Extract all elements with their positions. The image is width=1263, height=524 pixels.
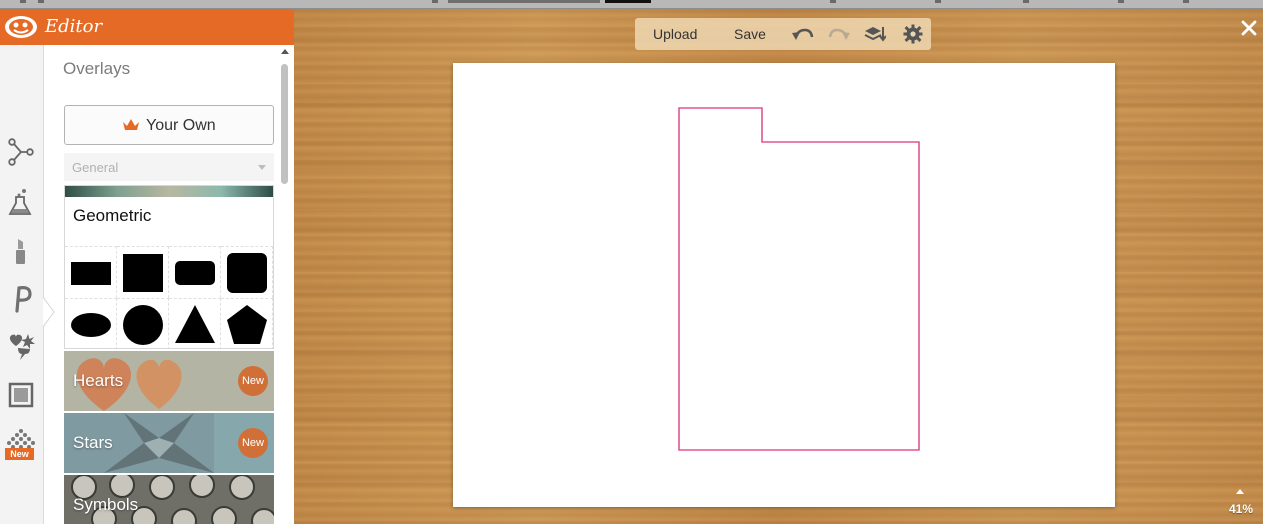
image-canvas[interactable] (453, 63, 1115, 507)
settings-gear-icon[interactable] (902, 24, 924, 44)
your-own-button[interactable]: Your Own (64, 105, 274, 145)
pentagon-icon (227, 305, 267, 344)
app-title: Editor (45, 16, 103, 37)
overlays-panel: Overlays Your Own General Geometric Hear… (55, 45, 277, 524)
scroll-thumb[interactable] (281, 64, 288, 184)
brand-logo-icon (5, 16, 37, 38)
redo-icon[interactable] (828, 24, 850, 44)
chevron-down-icon (258, 165, 266, 170)
geometric-card-header-image (65, 186, 273, 197)
ellipse-icon (71, 313, 111, 337)
top-strip-mark (1183, 0, 1189, 3)
panel-title: Overlays (63, 59, 131, 78)
top-strip-field (448, 0, 600, 3)
rectangle-icon (71, 262, 111, 285)
category-symbols[interactable]: Symbols (64, 475, 274, 524)
upload-button[interactable]: Upload (653, 18, 697, 50)
category-dropdown[interactable]: General (64, 153, 274, 181)
top-strip-mark (20, 0, 26, 3)
shape-triangle[interactable] (169, 298, 221, 348)
category-hearts[interactable]: Hearts New (64, 351, 274, 411)
zoom-indicator[interactable]: 41% (1223, 489, 1259, 516)
lipstick-icon[interactable] (6, 235, 36, 265)
canvas-overlay-layer (678, 107, 920, 451)
shape-grid (65, 246, 273, 348)
category-stars[interactable]: Stars New (64, 413, 274, 473)
square-icon (123, 254, 163, 292)
undo-icon[interactable] (792, 24, 814, 44)
rounded-rectangle-icon (175, 261, 215, 285)
top-strip-mark (935, 0, 941, 3)
panel-scrollbar[interactable] (280, 47, 290, 524)
zoom-level: 41% (1228, 502, 1254, 516)
category-dropdown-value: General (72, 160, 119, 175)
shape-pentagon[interactable] (221, 298, 273, 348)
browser-top-strip (0, 0, 1263, 9)
top-strip-mark (38, 0, 44, 3)
lab-flask-icon[interactable] (6, 187, 36, 217)
shape-rectangle[interactable] (65, 246, 117, 298)
geometric-card: Geometric (64, 185, 274, 349)
top-strip-mark (1023, 0, 1029, 3)
active-tool-pointer (43, 297, 55, 327)
scroll-up-arrow-icon[interactable] (281, 49, 289, 54)
geometric-title: Geometric (73, 206, 152, 225)
effects-icon[interactable] (6, 137, 36, 167)
shape-rounded-square[interactable] (221, 246, 273, 298)
geometric-overlay-shape[interactable] (678, 107, 920, 451)
new-badge: New (5, 448, 34, 460)
overlays-heart-icon[interactable] (6, 332, 36, 362)
category-label: Symbols (73, 495, 139, 514)
triangle-icon (175, 305, 215, 343)
workspace: Upload Save 41% (294, 9, 1263, 524)
save-button[interactable]: Save (734, 18, 766, 50)
category-label: Hearts (73, 371, 124, 390)
layers-icon[interactable] (864, 24, 886, 44)
top-strip-mark (432, 0, 438, 3)
category-label: Stars (73, 433, 113, 452)
editor-sidebar: Editor New Overlays Your Own General Geo… (0, 9, 294, 524)
rounded-square-icon (227, 253, 267, 293)
editor-toolbar: Upload Save (635, 18, 931, 50)
textures-icon[interactable] (6, 428, 36, 450)
shape-ellipse[interactable] (65, 298, 117, 348)
brand-bar: Editor (0, 9, 294, 45)
top-strip-mark (1118, 0, 1124, 3)
frames-icon[interactable] (6, 380, 36, 410)
tool-rail: New (0, 45, 44, 524)
crown-icon (123, 119, 139, 130)
shape-circle[interactable] (117, 298, 169, 348)
close-icon[interactable] (1240, 19, 1258, 37)
circle-icon (123, 305, 163, 345)
shape-rounded-rectangle[interactable] (169, 246, 221, 298)
shape-square[interactable] (117, 246, 169, 298)
new-badge: New (238, 428, 268, 458)
text-p-icon[interactable] (6, 283, 36, 313)
chevron-up-icon[interactable] (1236, 489, 1244, 494)
top-strip-mark (830, 0, 836, 3)
your-own-label: Your Own (146, 117, 216, 134)
top-strip-field-dark (605, 0, 651, 3)
new-badge: New (238, 366, 268, 396)
